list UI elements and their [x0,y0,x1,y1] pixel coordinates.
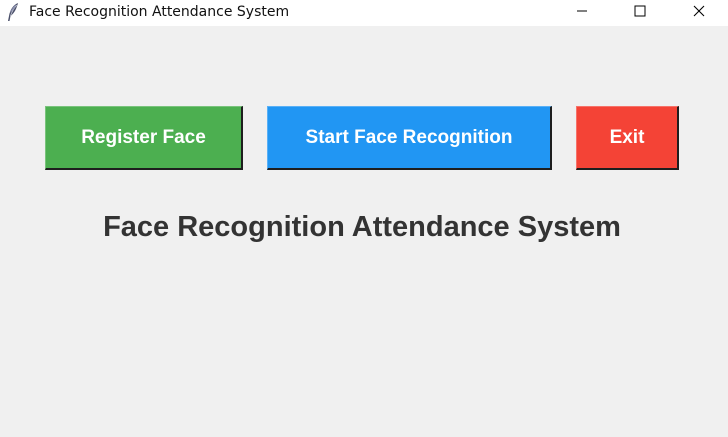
feather-icon [5,2,21,22]
title-bar[interactable]: Face Recognition Attendance System [0,0,728,26]
main-window-content: Register Face Start Face Recognition Exi… [0,26,728,437]
page-title: Face Recognition Attendance System [103,211,621,243]
minimize-icon [576,4,588,22]
close-icon [693,4,705,22]
maximize-button[interactable] [611,0,669,26]
close-button[interactable] [670,0,728,26]
window-title: Face Recognition Attendance System [29,4,290,20]
maximize-icon [634,4,646,22]
start-face-recognition-button[interactable]: Start Face Recognition [267,106,552,170]
register-face-button[interactable]: Register Face [45,106,243,170]
minimize-button[interactable] [553,0,611,26]
exit-button[interactable]: Exit [576,106,679,170]
